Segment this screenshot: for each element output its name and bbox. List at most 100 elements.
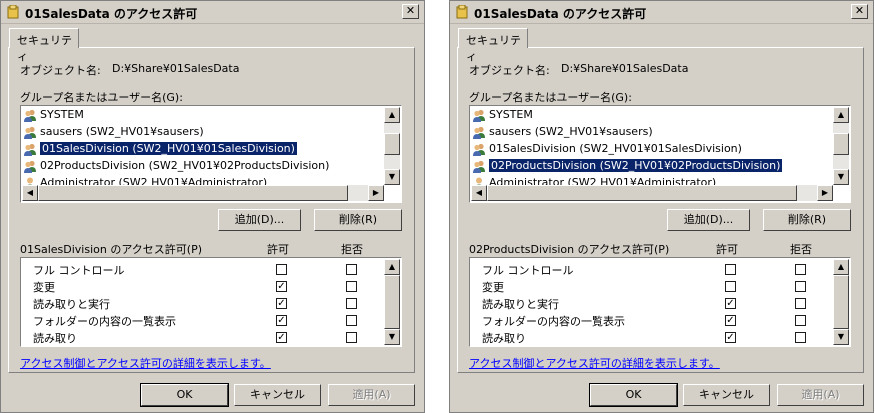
group-list-label: グループ名またはユーザー名(G): xyxy=(469,91,632,104)
add-button[interactable]: 追加(D)... xyxy=(218,209,301,231)
permission-label: 読み取り xyxy=(482,332,526,345)
user-listbox[interactable]: SYSTEM sausers (SW2_HV01¥sausers) 01SalesD… xyxy=(20,105,402,203)
deny-checkbox[interactable] xyxy=(795,315,806,326)
permissions-vscrollbar[interactable]: ▲ ▼ xyxy=(833,259,849,345)
scroll-thumb[interactable] xyxy=(384,133,400,155)
user-list-item[interactable]: 02ProductsDivision (SW2_HV01¥02ProductsD… xyxy=(472,158,784,174)
hscroll-thumb[interactable] xyxy=(487,185,797,201)
scroll-left-icon[interactable]: ◀ xyxy=(471,185,487,201)
user-list-hscrollbar[interactable]: ◀ ▶ xyxy=(22,185,384,201)
group-icon xyxy=(24,109,36,122)
scroll-down-icon[interactable]: ▼ xyxy=(384,329,400,345)
cancel-button[interactable]: キャンセル xyxy=(234,384,321,406)
user-list-item-label: SYSTEM xyxy=(40,108,84,121)
scroll-down-icon[interactable]: ▼ xyxy=(384,169,400,185)
allow-checkbox[interactable] xyxy=(276,264,287,275)
allow-checkbox[interactable]: ✓ xyxy=(276,281,287,292)
permission-label: 変更 xyxy=(482,281,504,294)
tab-security[interactable]: セキュリティ xyxy=(458,28,528,63)
access-control-help-link[interactable]: アクセス制御とアクセス許可の詳細を表示します。 xyxy=(469,355,720,371)
permission-label: 読み取りと実行 xyxy=(33,298,110,311)
title-bar[interactable]: 01SalesData のアクセス許可 ✕ xyxy=(1,1,424,24)
permissions-vscrollbar[interactable]: ▲ ▼ xyxy=(384,259,400,345)
add-button[interactable]: 追加(D)... xyxy=(667,209,750,231)
title-bar[interactable]: 01SalesData のアクセス許可 ✕ xyxy=(450,1,873,24)
close-button[interactable]: ✕ xyxy=(851,4,868,19)
user-list-item[interactable]: SYSTEM xyxy=(472,107,533,123)
group-list-label: グループ名またはユーザー名(G): xyxy=(20,91,183,104)
apply-button[interactable]: 適用(A) xyxy=(328,384,415,406)
scroll-thumb[interactable] xyxy=(833,133,849,155)
permission-label: フル コントロール xyxy=(33,264,125,277)
user-list-item-label: sausers (SW2_HV01¥sausers) xyxy=(40,125,204,138)
allow-header: 許可 xyxy=(267,243,289,256)
deny-checkbox[interactable] xyxy=(346,298,357,309)
hscroll-thumb[interactable] xyxy=(38,185,348,201)
deny-checkbox[interactable] xyxy=(795,281,806,292)
deny-checkbox[interactable] xyxy=(346,315,357,326)
deny-checkbox[interactable] xyxy=(346,281,357,292)
user-list-item-label: SYSTEM xyxy=(489,108,533,121)
allow-checkbox[interactable]: ✓ xyxy=(276,332,287,343)
deny-checkbox[interactable] xyxy=(795,298,806,309)
remove-button[interactable]: 削除(R) xyxy=(763,209,851,231)
cancel-button[interactable]: キャンセル xyxy=(683,384,770,406)
scroll-thumb[interactable] xyxy=(833,275,849,329)
object-name-value: D:¥Share¥01SalesData xyxy=(561,62,689,75)
apply-button[interactable]: 適用(A) xyxy=(777,384,864,406)
close-button[interactable]: ✕ xyxy=(402,4,419,19)
scroll-up-icon[interactable]: ▲ xyxy=(833,259,849,275)
scroll-down-icon[interactable]: ▼ xyxy=(833,329,849,345)
scroll-right-icon[interactable]: ▶ xyxy=(817,185,833,201)
deny-checkbox[interactable] xyxy=(795,264,806,275)
scroll-left-icon[interactable]: ◀ xyxy=(22,185,38,201)
user-list-item[interactable]: sausers (SW2_HV01¥sausers) xyxy=(23,124,204,140)
scroll-thumb[interactable] xyxy=(384,275,400,329)
window-title: 01SalesData のアクセス許可 xyxy=(474,7,647,21)
user-list-item-label: sausers (SW2_HV01¥sausers) xyxy=(489,125,653,138)
user-list-item[interactable]: SYSTEM xyxy=(23,107,84,123)
scroll-up-icon[interactable]: ▲ xyxy=(384,107,400,123)
permissions-label: 01SalesDivision のアクセス許可(P) xyxy=(20,243,203,256)
group-icon xyxy=(473,143,485,156)
user-list-item[interactable]: 02ProductsDivision (SW2_HV01¥02ProductsD… xyxy=(23,158,329,174)
allow-checkbox[interactable]: ✓ xyxy=(725,298,736,309)
object-name-label: オブジェクト名: xyxy=(469,64,550,77)
permission-label: フォルダーの内容の一覧表示 xyxy=(33,315,176,328)
scroll-down-icon[interactable]: ▼ xyxy=(833,169,849,185)
allow-checkbox[interactable]: ✓ xyxy=(725,315,736,326)
group-icon xyxy=(473,126,485,139)
user-list-item[interactable]: 01SalesDivision (SW2_HV01¥01SalesDivisio… xyxy=(472,141,742,157)
user-listbox[interactable]: SYSTEM sausers (SW2_HV01¥sausers) 01SalesD… xyxy=(469,105,851,203)
user-list-item[interactable]: 01SalesDivision (SW2_HV01¥01SalesDivisio… xyxy=(23,141,298,157)
deny-checkbox[interactable] xyxy=(795,332,806,343)
ok-button[interactable]: OK xyxy=(589,383,678,407)
permission-label: 変更 xyxy=(33,281,55,294)
window-title: 01SalesData のアクセス許可 xyxy=(25,7,198,21)
folder-lock-icon xyxy=(7,5,19,19)
permission-label: フォルダーの内容の一覧表示 xyxy=(482,315,625,328)
user-list-item[interactable]: sausers (SW2_HV01¥sausers) xyxy=(472,124,653,140)
scroll-up-icon[interactable]: ▲ xyxy=(384,259,400,275)
allow-checkbox[interactable] xyxy=(725,281,736,292)
user-list-vscrollbar[interactable]: ▲ ▼ xyxy=(833,107,849,185)
permissions-listbox[interactable]: フル コントロール 変更 ✓ 読み取りと実行 ✓ フォルダーの内容の一覧表示 ✓ 読み取り ✓ … xyxy=(20,257,402,347)
ok-button[interactable]: OK xyxy=(140,383,229,407)
user-list-vscrollbar[interactable]: ▲ ▼ xyxy=(384,107,400,185)
user-list-hscrollbar[interactable]: ◀ ▶ xyxy=(471,185,833,201)
permission-label: 読み取りと実行 xyxy=(482,298,559,311)
scroll-up-icon[interactable]: ▲ xyxy=(833,107,849,123)
access-control-help-link[interactable]: アクセス制御とアクセス許可の詳細を表示します。 xyxy=(20,355,271,371)
scroll-right-icon[interactable]: ▶ xyxy=(368,185,384,201)
permissions-listbox[interactable]: フル コントロール 変更 読み取りと実行 ✓ フォルダーの内容の一覧表示 ✓ 読み取り ✓ ▲… xyxy=(469,257,851,347)
allow-checkbox[interactable]: ✓ xyxy=(276,298,287,309)
allow-checkbox[interactable]: ✓ xyxy=(276,315,287,326)
allow-checkbox[interactable]: ✓ xyxy=(725,332,736,343)
tab-security[interactable]: セキュリティ xyxy=(9,28,79,63)
deny-header: 拒否 xyxy=(341,243,363,256)
deny-checkbox[interactable] xyxy=(346,264,357,275)
group-icon xyxy=(24,143,36,156)
remove-button[interactable]: 削除(R) xyxy=(314,209,402,231)
deny-checkbox[interactable] xyxy=(346,332,357,343)
allow-checkbox[interactable] xyxy=(725,264,736,275)
